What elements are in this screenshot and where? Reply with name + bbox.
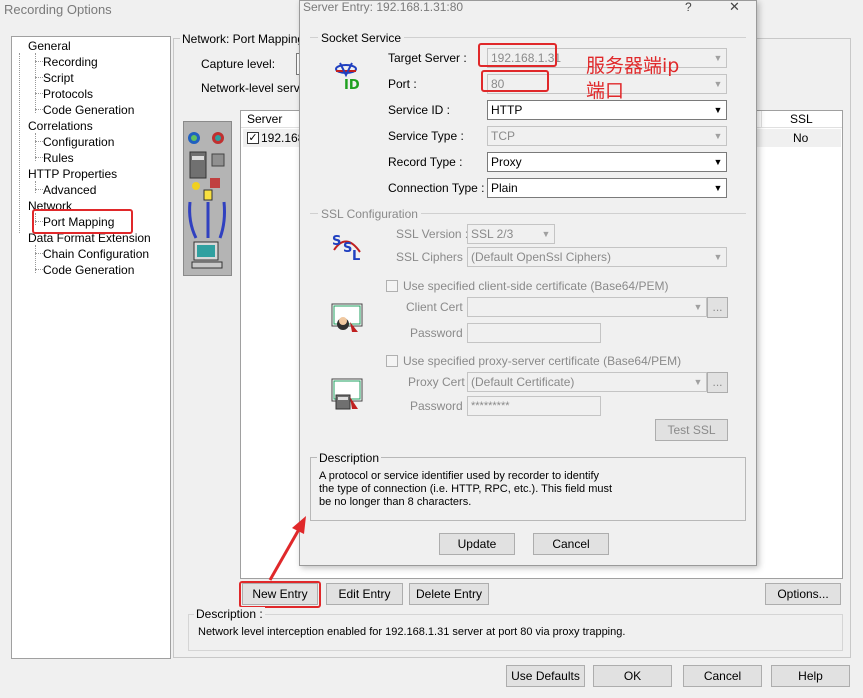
- row-enabled-checkbox[interactable]: ✓: [247, 132, 259, 144]
- edit-entry-button[interactable]: Edit Entry: [326, 583, 403, 605]
- options-button[interactable]: Options...: [765, 583, 841, 605]
- chevron-down-icon: ▼: [713, 105, 723, 115]
- network-level-label: Network-level server: [201, 81, 311, 95]
- tree-item-recording[interactable]: Recording: [43, 55, 98, 69]
- record-type-label: Record Type :: [388, 155, 463, 169]
- chevron-down-icon: ▼: [693, 377, 703, 387]
- svg-text:S: S: [343, 241, 352, 256]
- chevron-down-icon: ▼: [713, 157, 723, 167]
- annotation-server-ip: 服务器端ip: [586, 55, 680, 77]
- chevron-down-icon: ▼: [541, 229, 551, 239]
- tree-item-code-generation[interactable]: Code Generation: [43, 103, 134, 117]
- proxy-cert-checkbox-label: Use specified proxy-server certificate (…: [403, 354, 682, 368]
- svg-text:S: S: [332, 234, 341, 249]
- chevron-down-icon: ▼: [713, 183, 723, 193]
- chevron-down-icon: ▼: [693, 302, 703, 312]
- ssl-version-select[interactable]: SSL 2/3 ▼: [467, 224, 555, 244]
- proxy-cert-checkbox[interactable]: [386, 355, 398, 367]
- row-server: 192.168: [261, 131, 305, 145]
- ssl-icon: S S L: [332, 234, 361, 262]
- row-ssl: No: [793, 131, 809, 145]
- panel-description-text: Network level interception enabled for 1…: [198, 626, 626, 638]
- dialog-description-legend: Description: [317, 451, 382, 465]
- proxy-cert-select[interactable]: (Default Certificate) ▼: [467, 372, 707, 392]
- proxy-password-field[interactable]: *********: [467, 396, 601, 416]
- client-cert-label: Client Cert :: [406, 300, 470, 314]
- tree-item-code-generation-2[interactable]: Code Generation: [43, 263, 134, 277]
- tree-item-configuration[interactable]: Configuration: [43, 135, 114, 149]
- annotation-port: 端口: [586, 80, 625, 102]
- network-diagram-icon: [188, 132, 226, 269]
- connection-type-select[interactable]: Plain ▼: [487, 178, 727, 198]
- proxy-cert-browse-button[interactable]: ...: [707, 372, 728, 393]
- port-highlight: [481, 70, 549, 92]
- tree-item-http-properties[interactable]: HTTP Properties: [28, 167, 117, 181]
- service-type-select[interactable]: TCP ▼: [487, 126, 727, 146]
- proxy-certificate-icon: [331, 378, 363, 410]
- socket-service-legend: Socket Service: [318, 31, 405, 45]
- dialog-cancel-button[interactable]: Cancel: [533, 533, 609, 555]
- record-type-select[interactable]: Proxy ▼: [487, 152, 727, 172]
- proxy-password-label: Password :: [410, 399, 470, 413]
- client-cert-select[interactable]: ▼: [467, 297, 707, 317]
- tree-item-script[interactable]: Script: [43, 71, 74, 85]
- svg-text:ID: ID: [344, 78, 360, 91]
- client-password-field[interactable]: [467, 323, 601, 343]
- service-icons-strip: [183, 121, 232, 276]
- client-cert-checkbox-label: Use specified client-side certificate (B…: [403, 279, 669, 293]
- service-type-label: Service Type :: [388, 129, 464, 143]
- dialog-help-icon[interactable]: ?: [685, 0, 692, 14]
- service-id-select[interactable]: HTTP ▼: [487, 100, 727, 120]
- dialog-title: Server Entry: 192.168.1.31:80: [303, 0, 464, 14]
- tree-item-chain-configuration[interactable]: Chain Configuration: [43, 247, 149, 261]
- dialog-close-icon[interactable]: ✕: [729, 0, 740, 14]
- client-certificate-icon: [331, 303, 363, 332]
- panel-description-label: Description :: [194, 607, 265, 621]
- use-defaults-button[interactable]: Use Defaults: [506, 665, 585, 687]
- service-id-label: Service ID :: [388, 103, 451, 117]
- column-header-server[interactable]: Server: [247, 112, 282, 126]
- port-label: Port :: [388, 77, 417, 91]
- tree-item-protocols[interactable]: Protocols: [43, 87, 93, 101]
- help-button[interactable]: Help: [771, 665, 850, 687]
- dialog-description-line-3: be no longer than 8 characters.: [319, 496, 472, 508]
- panel-title: Network: Port Mapping: [180, 32, 307, 46]
- client-password-label: Password :: [410, 326, 470, 340]
- column-header-ssl[interactable]: SSL: [790, 112, 813, 126]
- target-server-highlight: [478, 43, 557, 67]
- svg-text:L: L: [352, 249, 360, 262]
- cancel-button[interactable]: Cancel: [683, 665, 762, 687]
- tree-item-general[interactable]: General: [28, 39, 71, 53]
- ok-button[interactable]: OK: [593, 665, 672, 687]
- dialog-description-line-1: A protocol or service identifier used by…: [319, 470, 600, 482]
- tree-item-advanced[interactable]: Advanced: [43, 183, 96, 197]
- ssl-ciphers-label: SSL Ciphers :: [396, 250, 470, 264]
- port-mapping-highlight: [32, 209, 133, 234]
- new-entry-highlight: [239, 581, 321, 608]
- delete-entry-button[interactable]: Delete Entry: [409, 583, 489, 605]
- ssl-config-legend: SSL Configuration: [318, 207, 421, 221]
- client-cert-browse-button[interactable]: ...: [707, 297, 728, 318]
- chevron-down-icon: ▼: [713, 252, 723, 262]
- proxy-cert-label: Proxy Cert :: [408, 375, 472, 389]
- options-tree: General Recording Script Protocols Code …: [11, 36, 171, 659]
- ssl-ciphers-select[interactable]: (Default OpenSsl Ciphers) ▼: [467, 247, 727, 267]
- test-ssl-button[interactable]: Test SSL: [655, 419, 728, 441]
- connection-type-label: Connection Type :: [388, 181, 485, 195]
- ssl-version-label: SSL Version :: [396, 227, 469, 241]
- tree-item-rules[interactable]: Rules: [43, 151, 74, 165]
- chevron-down-icon: ▼: [713, 53, 723, 63]
- client-cert-checkbox[interactable]: [386, 280, 398, 292]
- window-title: Recording Options: [4, 2, 112, 17]
- chevron-down-icon: ▼: [713, 131, 723, 141]
- annotation-arrow-icon: [268, 516, 306, 581]
- capture-level-label: Capture level:: [201, 57, 276, 71]
- chevron-down-icon: ▼: [713, 79, 723, 89]
- target-server-label: Target Server :: [388, 51, 467, 65]
- tree-item-correlations[interactable]: Correlations: [28, 119, 93, 133]
- dialog-description-line-2: the type of connection (i.e. HTTP, RPC, …: [319, 483, 613, 495]
- service-id-icon: ID: [335, 62, 360, 91]
- update-button[interactable]: Update: [439, 533, 515, 555]
